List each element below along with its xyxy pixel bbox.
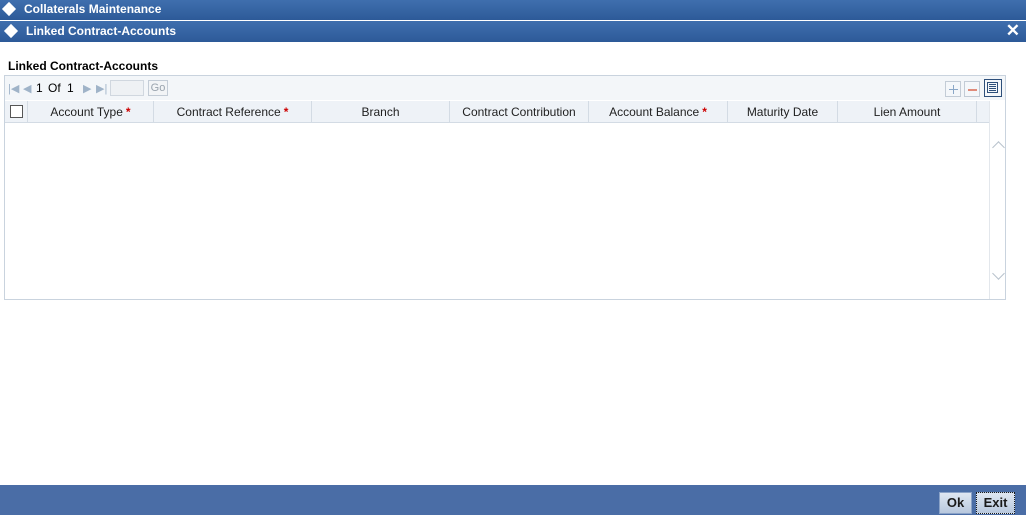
minus-icon	[968, 89, 977, 91]
footer-bar: Ok Exit	[0, 485, 1026, 515]
inner-window-titlebar: Linked Contract-Accounts ✕	[0, 21, 1026, 42]
col-maturity-date[interactable]: Maturity Date	[728, 101, 838, 123]
diamond-icon	[3, 23, 19, 39]
inner-window-title: Linked Contract-Accounts	[26, 24, 177, 38]
col-branch[interactable]: Branch	[312, 101, 450, 123]
pager-bar: |◀ ◀ 1 Of 1 ▶ ▶| Go	[5, 76, 1005, 100]
section-title: Linked Contract-Accounts	[8, 59, 159, 73]
linked-accounts-grid: |◀ ◀ 1 Of 1 ▶ ▶| Go Account Type * Contra…	[4, 75, 1006, 300]
add-row-button[interactable]	[945, 81, 961, 97]
scroll-down-icon[interactable]	[992, 267, 1005, 281]
go-button[interactable]: Go	[148, 80, 168, 96]
outer-window-titlebar: Collaterals Maintenance	[0, 0, 1026, 20]
col-contract-contribution[interactable]: Contract Contribution	[450, 101, 589, 123]
select-all-checkbox[interactable]	[10, 105, 23, 118]
single-view-icon	[987, 82, 998, 93]
col-lien-amount[interactable]: Lien Amount	[838, 101, 977, 123]
next-page-icon[interactable]: ▶	[83, 82, 91, 95]
delete-row-button[interactable]	[964, 81, 980, 97]
last-page-icon[interactable]: ▶|	[96, 82, 107, 95]
vertical-scrollbar[interactable]	[989, 101, 1005, 299]
select-all-cell	[5, 101, 28, 123]
total-pages: 1	[67, 81, 74, 95]
col-contract-reference[interactable]: Contract Reference *	[154, 101, 312, 123]
ok-button[interactable]: Ok	[939, 492, 972, 514]
page-number-input[interactable]	[110, 80, 144, 96]
of-label: Of	[48, 81, 61, 95]
outer-window-title: Collaterals Maintenance	[24, 2, 162, 16]
first-page-icon[interactable]: |◀	[8, 82, 19, 95]
single-view-button[interactable]	[984, 79, 1002, 97]
diamond-icon	[1, 1, 17, 17]
close-icon[interactable]: ✕	[1006, 21, 1020, 41]
scroll-up-icon[interactable]	[992, 139, 1005, 154]
col-account-type[interactable]: Account Type *	[28, 101, 154, 123]
current-page: 1	[36, 81, 43, 95]
table-header: Account Type * Contract Reference * Branch…	[5, 101, 989, 123]
prev-page-icon[interactable]: ◀	[23, 82, 31, 95]
col-account-balance[interactable]: Account Balance *	[589, 101, 728, 123]
exit-button[interactable]: Exit	[976, 492, 1015, 514]
